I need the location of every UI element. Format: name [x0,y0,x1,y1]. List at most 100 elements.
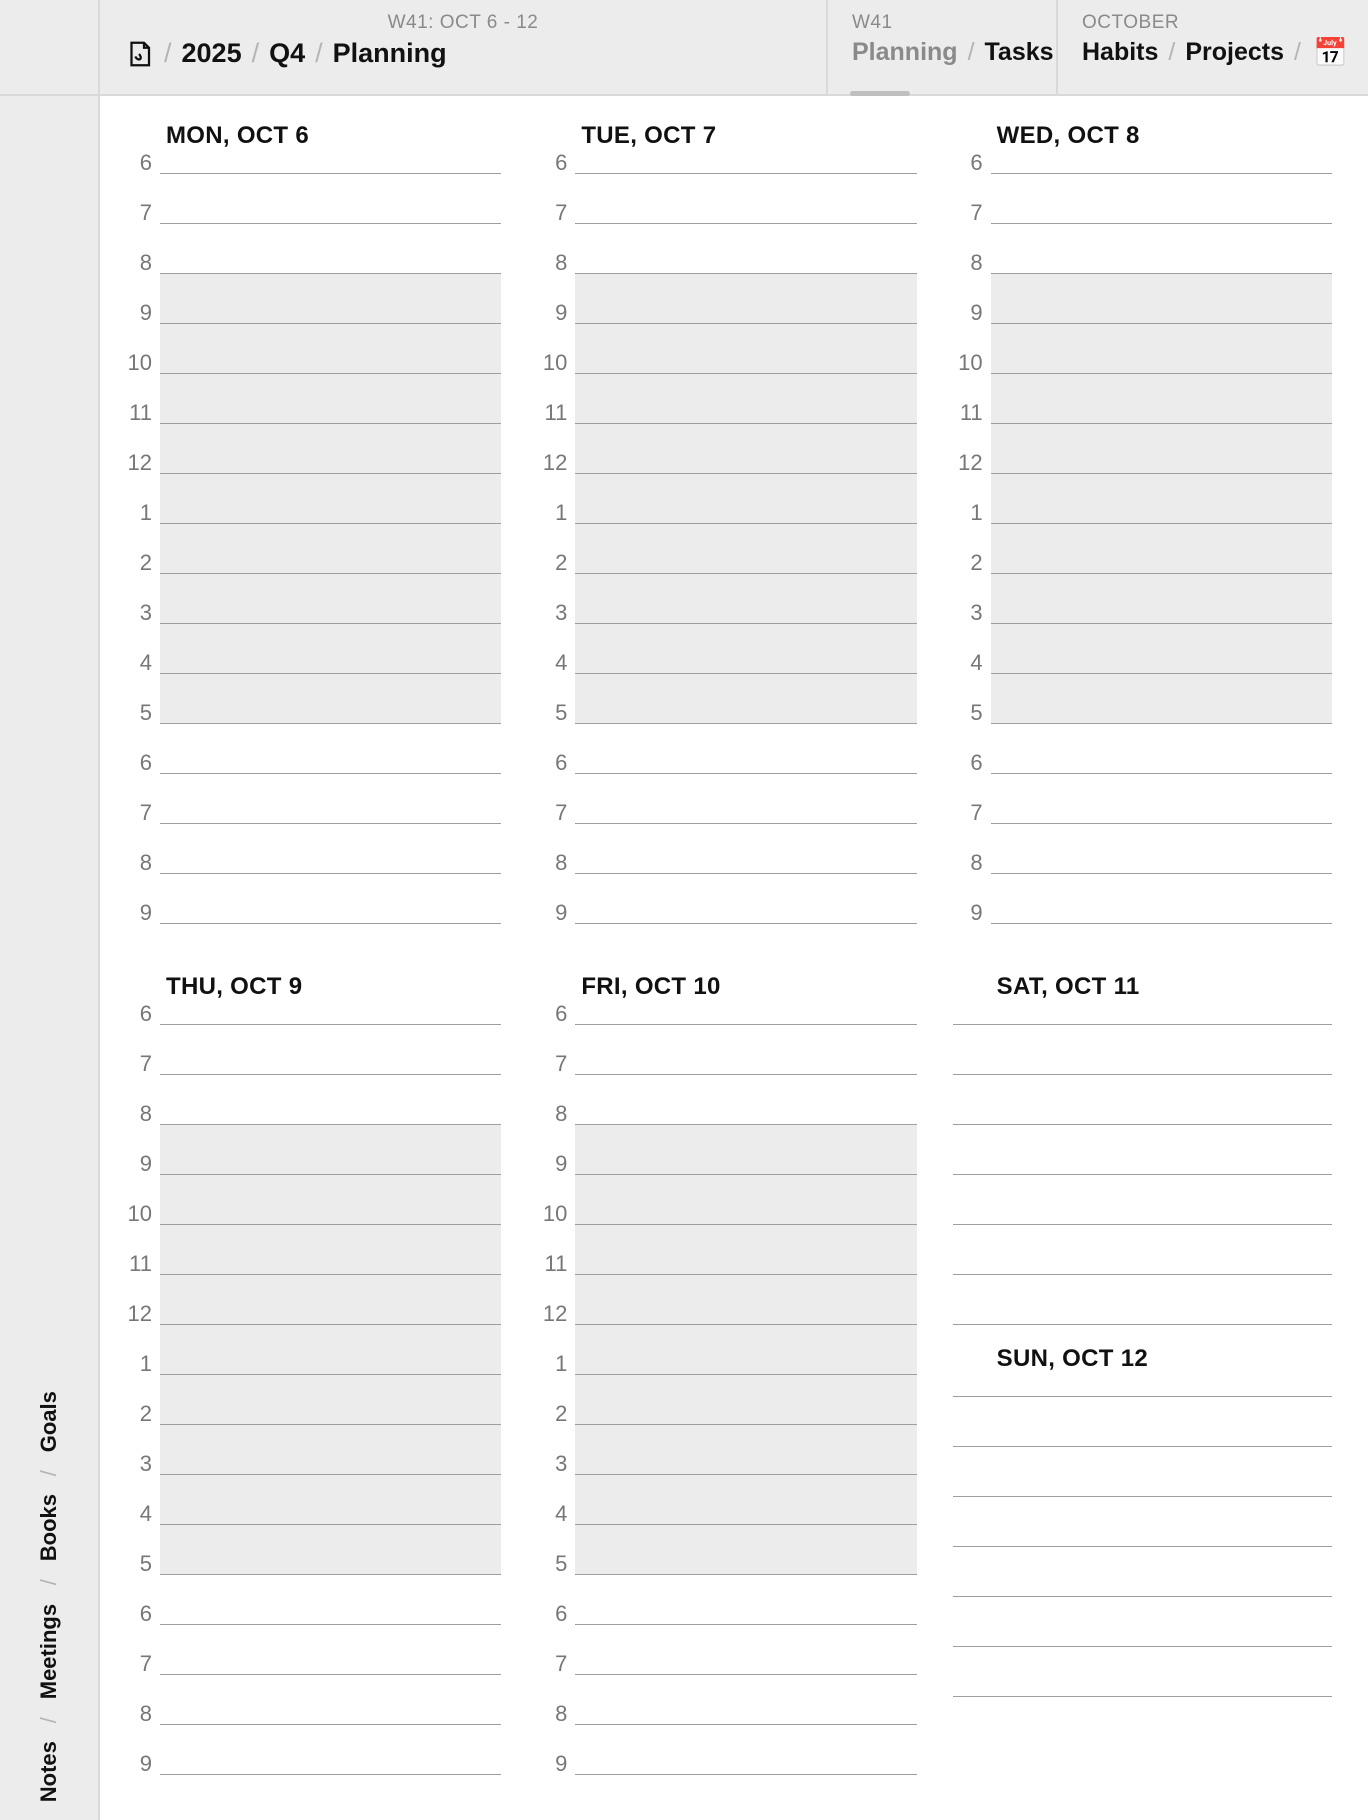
hour-row[interactable]: 1 [120,1325,501,1375]
sidebar-link-goals[interactable]: Goals [36,1391,62,1452]
hour-row[interactable]: 10 [120,1175,501,1225]
hour-row[interactable]: 4 [120,624,501,674]
weekend-line[interactable] [953,1075,1332,1125]
weekend-line[interactable] [953,1597,1332,1647]
sidebar-link-meetings[interactable]: Meetings [36,1603,62,1698]
weekend-line[interactable] [953,1647,1332,1697]
weekend-line[interactable] [953,1397,1332,1447]
hour-row[interactable]: 12 [535,424,916,474]
hour-row[interactable]: 11 [535,374,916,424]
hour-row[interactable]: 10 [535,1175,916,1225]
crumb-year[interactable]: 2025 [182,38,242,69]
hour-row[interactable]: 5 [535,1525,916,1575]
hour-row[interactable]: 6 [120,724,501,774]
weekend-line[interactable] [953,1225,1332,1275]
hour-row[interactable]: 6 [535,724,916,774]
hour-row[interactable]: 12 [951,424,1332,474]
hour-row[interactable]: 8 [951,224,1332,274]
hour-row[interactable]: 6 [951,724,1332,774]
hour-row[interactable]: 8 [951,824,1332,874]
weekend-line[interactable] [953,1175,1332,1225]
hour-row[interactable]: 6 [535,154,916,174]
weekend-line[interactable] [953,1377,1332,1397]
hour-row[interactable]: 2 [120,524,501,574]
hour-row[interactable]: 9 [535,1125,916,1175]
weekend-line[interactable] [953,1447,1332,1497]
hour-row[interactable]: 9 [535,1725,916,1775]
hour-row[interactable]: 7 [120,1025,501,1075]
hour-row[interactable]: 9 [120,874,501,924]
sidebar-link-books[interactable]: Books [36,1494,62,1561]
hour-row[interactable]: 9 [951,274,1332,324]
hour-row[interactable]: 11 [535,1225,916,1275]
hour-row[interactable]: 8 [120,1075,501,1125]
hour-row[interactable]: 12 [120,1275,501,1325]
hour-row[interactable]: 1 [951,474,1332,524]
crumb-page[interactable]: Planning [333,38,447,69]
hour-row[interactable]: 2 [951,524,1332,574]
hour-row[interactable]: 6 [120,154,501,174]
home-icon[interactable] [124,39,154,69]
hour-row[interactable]: 8 [120,224,501,274]
hour-row[interactable]: 4 [120,1475,501,1525]
hour-row[interactable]: 10 [120,324,501,374]
hour-row[interactable]: 6 [120,1005,501,1025]
tab-week-planning[interactable]: Planning [852,38,958,67]
hour-row[interactable]: 5 [120,674,501,724]
hour-row[interactable]: 7 [535,1025,916,1075]
hour-row[interactable]: 3 [951,574,1332,624]
hour-row[interactable]: 1 [535,474,916,524]
hour-row[interactable]: 5 [120,1525,501,1575]
hour-row[interactable]: 4 [535,1475,916,1525]
hour-row[interactable]: 7 [535,174,916,224]
hour-row[interactable]: 7 [535,1625,916,1675]
hour-row[interactable]: 1 [120,474,501,524]
hour-row[interactable]: 8 [120,1675,501,1725]
hour-row[interactable]: 9 [535,274,916,324]
hour-row[interactable]: 7 [951,174,1332,224]
hour-row[interactable]: 9 [120,1125,501,1175]
hour-row[interactable]: 12 [535,1275,916,1325]
hour-row[interactable]: 5 [951,674,1332,724]
hour-row[interactable]: 7 [120,774,501,824]
hour-row[interactable]: 9 [120,1725,501,1775]
hour-row[interactable]: 3 [120,1425,501,1475]
hour-row[interactable]: 7 [120,174,501,224]
hour-row[interactable]: 11 [120,1225,501,1275]
hour-row[interactable]: 3 [535,1425,916,1475]
weekend-line[interactable] [953,1547,1332,1597]
hour-row[interactable]: 7 [535,774,916,824]
hour-row[interactable]: 4 [951,624,1332,674]
weekend-line[interactable] [953,1275,1332,1325]
hour-row[interactable]: 6 [535,1005,916,1025]
weekend-line[interactable] [953,1497,1332,1547]
hour-row[interactable]: 8 [535,824,916,874]
hour-row[interactable]: 9 [120,274,501,324]
hour-row[interactable]: 11 [120,374,501,424]
weekend-line[interactable] [953,1005,1332,1025]
hour-row[interactable]: 10 [951,324,1332,374]
hour-row[interactable]: 1 [535,1325,916,1375]
weekend-line[interactable] [953,1125,1332,1175]
hour-row[interactable]: 12 [120,424,501,474]
hour-row[interactable]: 8 [535,1075,916,1125]
hour-row[interactable]: 4 [535,624,916,674]
hour-row[interactable]: 2 [535,1375,916,1425]
hour-row[interactable]: 8 [535,1675,916,1725]
hour-row[interactable]: 10 [535,324,916,374]
crumb-quarter[interactable]: Q4 [269,38,305,69]
tab-month[interactable]: OCTOBER Habits / Projects / 📅 [1058,0,1368,94]
calendar-icon[interactable]: 📅 [1313,39,1348,67]
tab-month-projects[interactable]: Projects [1185,38,1284,67]
tab-month-habits[interactable]: Habits [1082,38,1158,67]
hour-row[interactable]: 6 [535,1575,916,1625]
hour-row[interactable]: 9 [535,874,916,924]
hour-row[interactable]: 9 [951,874,1332,924]
sidebar-link-notes[interactable]: Notes [36,1741,62,1802]
tab-week[interactable]: W41 Planning / Tasks [828,0,1058,94]
hour-row[interactable]: 7 [120,1625,501,1675]
weekend-line[interactable] [953,1025,1332,1075]
hour-row[interactable]: 2 [120,1375,501,1425]
hour-row[interactable]: 11 [951,374,1332,424]
hour-row[interactable]: 6 [951,154,1332,174]
